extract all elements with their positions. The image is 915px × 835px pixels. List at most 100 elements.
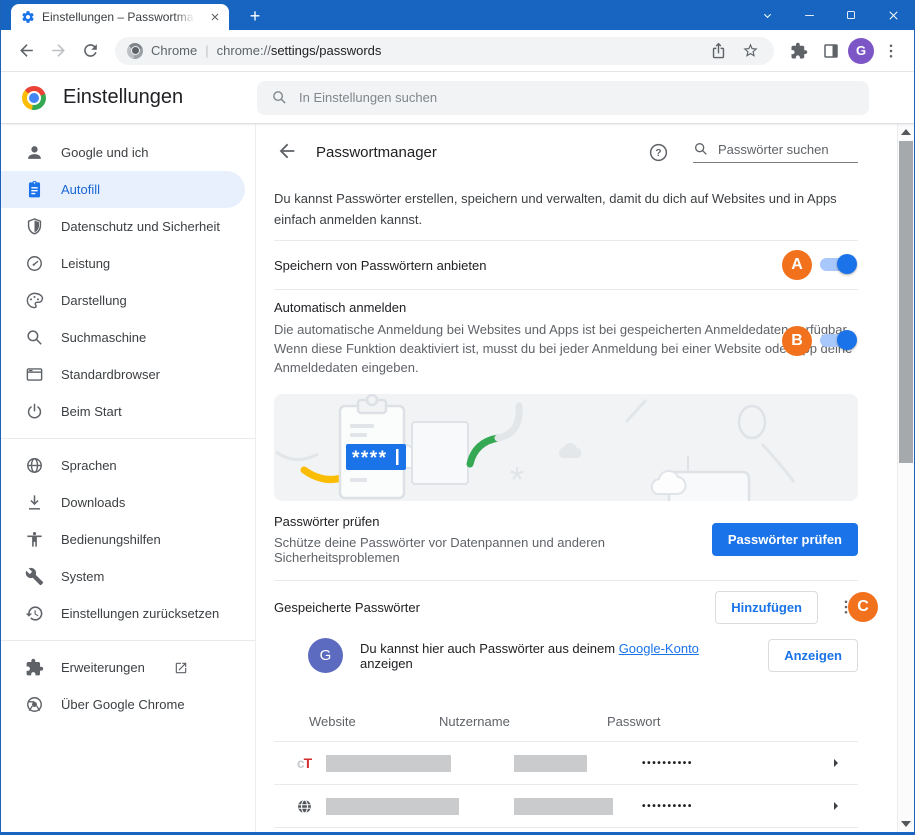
auto-signin-row: Automatisch anmelden Die automatische An… [274, 290, 858, 390]
puzzle-icon [25, 658, 44, 677]
globe-icon [25, 456, 44, 475]
window-minimize-button[interactable] [788, 0, 830, 30]
content-scrollbar[interactable] [897, 124, 914, 832]
sidebar-item-leistung[interactable]: Leistung [1, 245, 245, 282]
chrome-logo-icon [22, 86, 46, 110]
sidebar-item-standardbrowser[interactable]: Standardbrowser [1, 356, 245, 393]
intro-text: Du kannst Passwörter erstellen, speicher… [274, 180, 858, 240]
search-icon [271, 89, 288, 106]
settings-search[interactable] [257, 81, 869, 115]
offer-save-passwords-label: Speichern von Passwörtern anbieten [274, 258, 486, 273]
share-icon[interactable] [706, 39, 730, 63]
settings-gear-icon [21, 10, 35, 24]
password-table-row-partial[interactable]: 2021 [274, 828, 858, 832]
sidebar-item-label: Standardbrowser [61, 367, 160, 382]
column-header-website: Website [274, 714, 439, 729]
globe-favicon [295, 797, 313, 815]
autofill-clipboard-icon [25, 180, 44, 199]
masked-password: •••••••••• [642, 801, 693, 812]
bookmark-star-icon[interactable] [738, 39, 762, 63]
column-header-nutzername: Nutzername [439, 714, 607, 729]
scrollbar-down-arrow[interactable] [901, 821, 911, 827]
scrollbar-up-arrow[interactable] [901, 129, 911, 135]
forward-button[interactable] [43, 36, 73, 66]
annotation-badge-a: A [782, 250, 812, 280]
wrench-icon [25, 567, 44, 586]
back-button[interactable] [11, 36, 41, 66]
sidebar-item-label: System [61, 569, 104, 584]
browser-tab[interactable]: Einstellungen – Passwortmanager [11, 4, 229, 30]
settings-search-input[interactable] [299, 90, 837, 105]
sidebar-item-system[interactable]: System [1, 558, 245, 595]
password-table-row[interactable]: •••••••••• [274, 785, 858, 828]
new-tab-button[interactable]: + [243, 6, 267, 27]
sidebar-item-label: Datenschutz und Sicherheit [61, 219, 220, 234]
address-bar[interactable]: Chrome | chrome://settings/passwords [115, 37, 774, 65]
sidebar-item-autofill[interactable]: Autofill [1, 171, 245, 208]
sidebar-item-suchmaschine[interactable]: Suchmaschine [1, 319, 245, 356]
chevron-right-icon[interactable] [828, 798, 844, 814]
side-panel-icon[interactable] [816, 36, 846, 66]
settings-sidebar: Google und ich Autofill Datenschutz und … [1, 124, 256, 832]
sidebar-item-label: Sprachen [61, 458, 117, 473]
sidebar-item-darstellung[interactable]: Darstellung [1, 282, 245, 319]
sidebar-item-label: Darstellung [61, 293, 127, 308]
browser-window: Einstellungen – Passwortmanager + Chrome… [0, 0, 915, 835]
sidebar-item-downloads[interactable]: Downloads [1, 484, 245, 521]
sidebar-item-bedienungshilfen[interactable]: Bedienungshilfen [1, 521, 245, 558]
sidebar-item-erweiterungen[interactable]: Erweiterungen [1, 649, 245, 686]
sidebar-item-datenschutz[interactable]: Datenschutz und Sicherheit [1, 208, 245, 245]
reload-button[interactable] [75, 36, 105, 66]
tab-close-icon[interactable] [207, 9, 223, 25]
sidebar-item-label: Einstellungen zurücksetzen [61, 606, 219, 621]
auto-signin-toggle[interactable] [820, 334, 854, 347]
settings-content: Passwortmanager ? Du kannst Passwörter e… [256, 124, 897, 832]
shield-icon [25, 217, 44, 236]
sidebar-item-label: Über Google Chrome [61, 697, 185, 712]
offer-save-passwords-toggle[interactable] [820, 258, 854, 271]
page-header: Passwortmanager ? [274, 124, 858, 180]
redacted-username [514, 755, 587, 772]
window-chevron-button[interactable] [746, 0, 788, 30]
sidebar-item-label: Suchmaschine [61, 330, 146, 345]
password-table-row[interactable]: cT •••••••••• [274, 742, 858, 785]
sidebar-item-label: Erweiterungen [61, 660, 145, 675]
sidebar-item-google-und-ich[interactable]: Google und ich [1, 134, 245, 171]
browser-menu-kebab-icon[interactable] [876, 36, 906, 66]
back-arrow-icon[interactable] [276, 140, 300, 164]
auto-signin-label: Automatisch anmelden [274, 300, 858, 315]
help-icon[interactable]: ? [648, 142, 669, 163]
browser-window-icon [25, 365, 44, 384]
sidebar-item-beim-start[interactable]: Beim Start [1, 393, 245, 430]
password-search-input[interactable] [718, 142, 844, 157]
extensions-icon[interactable] [784, 36, 814, 66]
sidebar-item-zuruecksetzen[interactable]: Einstellungen zurücksetzen [1, 595, 245, 632]
show-account-passwords-button[interactable]: Anzeigen [768, 639, 858, 672]
url-text: chrome://settings/passwords [217, 43, 382, 58]
google-konto-link[interactable]: Google-Konto [619, 641, 699, 656]
person-icon [25, 143, 44, 162]
password-search[interactable] [693, 141, 858, 163]
password-check-title: Passwörter prüfen [274, 514, 712, 529]
masked-password: •••••••••• [642, 758, 693, 769]
sidebar-item-label: Leistung [61, 256, 110, 271]
window-maximize-button[interactable] [830, 0, 872, 30]
profile-avatar[interactable]: G [848, 38, 874, 64]
scrollbar-thumb[interactable] [899, 141, 913, 463]
search-icon [693, 141, 709, 157]
url-separator: | [205, 43, 208, 58]
add-password-button[interactable]: Hinzufügen [715, 591, 818, 624]
password-check-button[interactable]: Passwörter prüfen [712, 523, 858, 556]
sidebar-item-label: Google und ich [61, 145, 148, 160]
offer-save-passwords-row: Speichern von Passwörtern anbieten A [274, 241, 858, 289]
redacted-website [326, 755, 451, 772]
page-title: Passwortmanager [316, 144, 437, 161]
sidebar-item-label: Bedienungshilfen [61, 532, 161, 547]
svg-text:*: * [510, 459, 524, 500]
sidebar-item-ueber-chrome[interactable]: Über Google Chrome [1, 686, 245, 723]
window-close-button[interactable] [872, 0, 914, 30]
chevron-right-icon[interactable] [828, 755, 844, 771]
sidebar-item-sprachen[interactable]: Sprachen [1, 447, 245, 484]
sidebar-divider [1, 438, 255, 439]
chrome-site-icon [127, 43, 143, 59]
